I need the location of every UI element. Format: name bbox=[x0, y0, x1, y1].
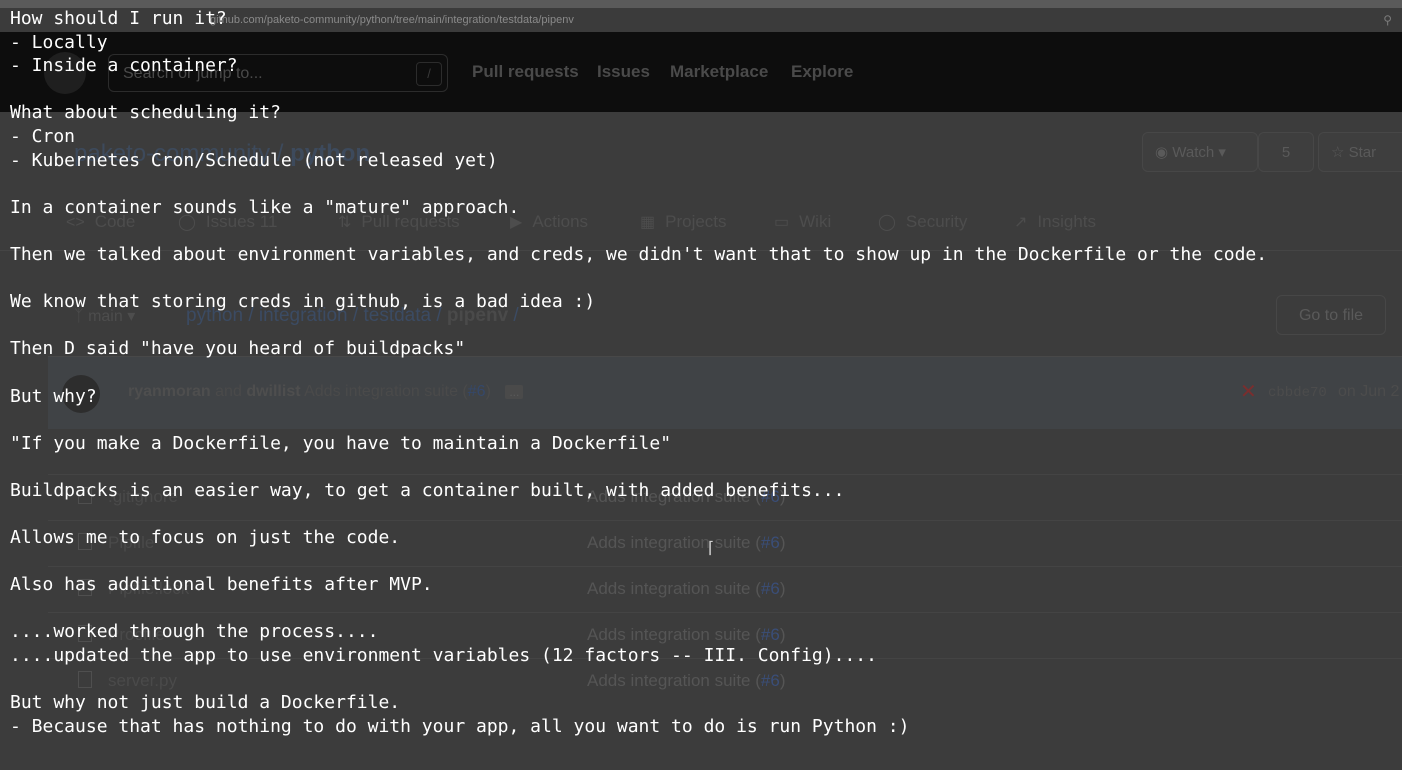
terminal-notes-overlay[interactable]: How should I run it? - Locally - Inside a … bbox=[0, 0, 1402, 770]
terminal-line: Then D said "have you heard of buildpack… bbox=[10, 338, 466, 360]
terminal-line: In a container sounds like a "mature" ap… bbox=[10, 196, 520, 218]
terminal-line: "If you make a Dockerfile, you have to m… bbox=[10, 432, 672, 454]
terminal-line: - Inside a container? bbox=[10, 55, 238, 77]
terminal-line: - Locally bbox=[10, 31, 108, 53]
terminal-line: - Kubernetes Cron/Schedule (not released… bbox=[10, 149, 498, 171]
terminal-line: - Because that has nothing to do with yo… bbox=[10, 715, 910, 737]
terminal-line: What about scheduling it? bbox=[10, 102, 281, 124]
terminal-line: - Cron bbox=[10, 125, 76, 147]
terminal-line: But why? bbox=[10, 385, 97, 407]
terminal-line: Buildpacks is an easier way, to get a co… bbox=[10, 479, 845, 501]
terminal-line: We know that storing creds in github, is… bbox=[10, 291, 596, 313]
terminal-line: Also has additional benefits after MVP. bbox=[10, 574, 433, 596]
terminal-line: Then we talked about environment variabl… bbox=[10, 243, 1268, 265]
text-cursor-icon: ⌈ bbox=[708, 540, 715, 557]
terminal-line: But why not just build a Dockerfile. bbox=[10, 692, 401, 714]
terminal-line: How should I run it? bbox=[10, 8, 227, 29]
terminal-line: ....updated the app to use environment v… bbox=[10, 645, 877, 667]
terminal-line: Allows me to focus on just the code. bbox=[10, 527, 401, 549]
terminal-line: ....worked through the process.... bbox=[10, 621, 379, 643]
